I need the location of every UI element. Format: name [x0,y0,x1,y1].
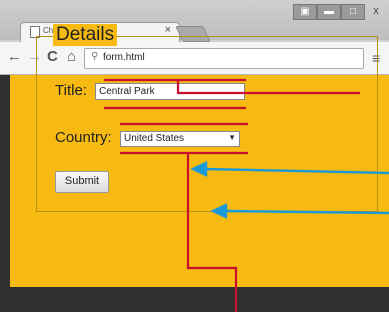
country-select-value: United States [124,133,185,144]
maximize-window-button[interactable]: □ [341,4,365,20]
window-edge [0,75,10,287]
title-label: Title: [55,82,87,99]
bottom-band [0,287,389,312]
submit-button[interactable]: Submit [55,171,109,193]
country-label: Country: [55,129,112,146]
minimize-window-button[interactable]: ▬ [317,4,341,20]
restore-window-button[interactable]: ▣ [293,4,317,20]
dropdown-arrow-icon: ▼ [228,133,236,142]
country-select[interactable]: United States ▼ [120,131,240,147]
close-window-button[interactable]: x [365,4,387,18]
fieldset-legend: Details [53,24,118,46]
title-input[interactable]: Central Park [95,83,245,100]
close-tab-icon[interactable]: × [165,24,171,36]
back-button[interactable]: ← [7,49,22,65]
